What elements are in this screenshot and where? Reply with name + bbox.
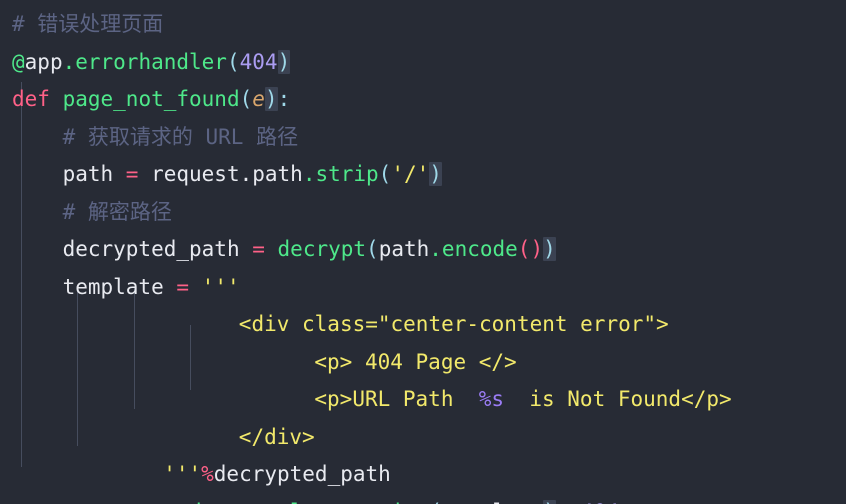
code-editor[interactable]: # 错误处理页面 @app.errorhandler(404) def page… bbox=[0, 0, 846, 504]
decorator-object-token: app bbox=[24, 49, 63, 74]
paren-close-token: ) bbox=[543, 499, 556, 504]
code-line-4[interactable]: # 获取请求的 URL 路径 bbox=[0, 119, 846, 157]
indent-token bbox=[12, 162, 63, 186]
code-content: # 错误处理页面 @app.errorhandler(404) def page… bbox=[0, 0, 846, 504]
inner-paren-close-token: ) bbox=[530, 237, 544, 261]
html-p-open-token: <p>URL Path bbox=[314, 387, 479, 411]
code-line-2[interactable]: @app.errorhandler(404) bbox=[0, 44, 846, 82]
code-line-12[interactable]: </div> bbox=[0, 419, 846, 457]
assign-operator-token: = bbox=[163, 274, 202, 299]
colon-token: : bbox=[277, 87, 291, 111]
keyword-def-token: def bbox=[12, 87, 50, 111]
paren-open-token: ( bbox=[429, 500, 442, 504]
indent-token bbox=[12, 125, 63, 149]
assign-operator-token: = bbox=[239, 237, 278, 261]
paren-open-token: ( bbox=[366, 237, 379, 261]
code-line-14[interactable]: return render_template_string(template),… bbox=[0, 494, 846, 504]
comment-token: # 错误处理页面 bbox=[12, 12, 164, 36]
triple-quote-open-token: ''' bbox=[201, 274, 240, 299]
assign-operator-token: = bbox=[113, 162, 152, 186]
paren-close-token: ) bbox=[543, 237, 556, 261]
code-line-13[interactable]: '''%decrypted_path bbox=[0, 456, 846, 494]
code-line-11[interactable]: <p>URL Path %s is Not Found</p> bbox=[0, 381, 846, 419]
code-line-6[interactable]: # 解密路径 bbox=[0, 194, 846, 232]
paren-close-token: ) bbox=[429, 162, 442, 186]
inner-paren-open-token: ( bbox=[517, 237, 531, 261]
decorator-at-token: @ bbox=[12, 49, 25, 74]
argument-token: path bbox=[378, 237, 430, 261]
html-div-close-token: </div> bbox=[238, 424, 315, 449]
indent-token bbox=[12, 200, 63, 224]
quote-close-token: ' bbox=[416, 162, 430, 186]
function-call-token: decrypt bbox=[277, 237, 367, 261]
code-line-10[interactable]: <p> 404 Page </> bbox=[0, 344, 846, 382]
decorator-attr-token: .errorhandler bbox=[62, 49, 227, 74]
variable-token: decrypted_path bbox=[62, 237, 240, 261]
comma-token: , bbox=[556, 500, 569, 504]
variable-token: path bbox=[62, 162, 114, 186]
code-line-9[interactable]: <div class="center-content error"> bbox=[0, 306, 846, 344]
percent-operator-token: % bbox=[201, 462, 214, 486]
format-variable-token: decrypted_path bbox=[213, 462, 391, 486]
number-token: 404 bbox=[581, 500, 619, 504]
code-line-7[interactable]: decrypted_path = decrypt(path.encode()) bbox=[0, 231, 846, 269]
quote-open-token: ' bbox=[391, 162, 404, 186]
format-specifier-token: %s bbox=[478, 387, 505, 411]
comment-token: # 获取请求的 URL 路径 bbox=[62, 124, 299, 149]
number-token: 404 bbox=[239, 49, 278, 74]
method-strip-token: .strip bbox=[302, 162, 379, 186]
variable-token: template bbox=[62, 274, 164, 299]
keyword-return-token: return bbox=[63, 500, 139, 504]
paren-open-token: ( bbox=[239, 87, 253, 111]
triple-quote-close-token: ''' bbox=[163, 462, 202, 486]
paren-close-token: ) bbox=[264, 87, 278, 111]
function-call-token: render_template_string bbox=[151, 500, 429, 504]
html-div-open-token: <div class="center-content error"> bbox=[238, 312, 669, 336]
code-line-5[interactable]: path = request.path.strip('/') bbox=[0, 156, 846, 194]
paren-open-token: ( bbox=[378, 162, 392, 186]
code-line-8[interactable]: template = ''' bbox=[0, 269, 846, 307]
html-p-404-token: <p> 404 Page </> bbox=[314, 349, 517, 374]
argument-token: template bbox=[442, 500, 543, 504]
paren-open-token: ( bbox=[226, 49, 240, 74]
code-line-1[interactable]: # 错误处理页面 bbox=[0, 6, 846, 44]
comment-token: # 解密路径 bbox=[62, 199, 172, 224]
indent-token bbox=[12, 500, 63, 504]
indent-token bbox=[12, 275, 63, 299]
string-content-token: / bbox=[403, 162, 417, 186]
request-path-token: request.path bbox=[151, 162, 303, 186]
method-encode-token: .encode bbox=[429, 237, 518, 261]
function-name-token: page_not_found bbox=[62, 87, 240, 111]
paren-close-token: ) bbox=[277, 49, 291, 74]
indent-token bbox=[12, 237, 63, 261]
html-p-rest-token: is Not Found</p> bbox=[504, 387, 732, 411]
parameter-token: e bbox=[252, 87, 265, 111]
code-line-3[interactable]: def page_not_found(e): bbox=[0, 81, 846, 119]
